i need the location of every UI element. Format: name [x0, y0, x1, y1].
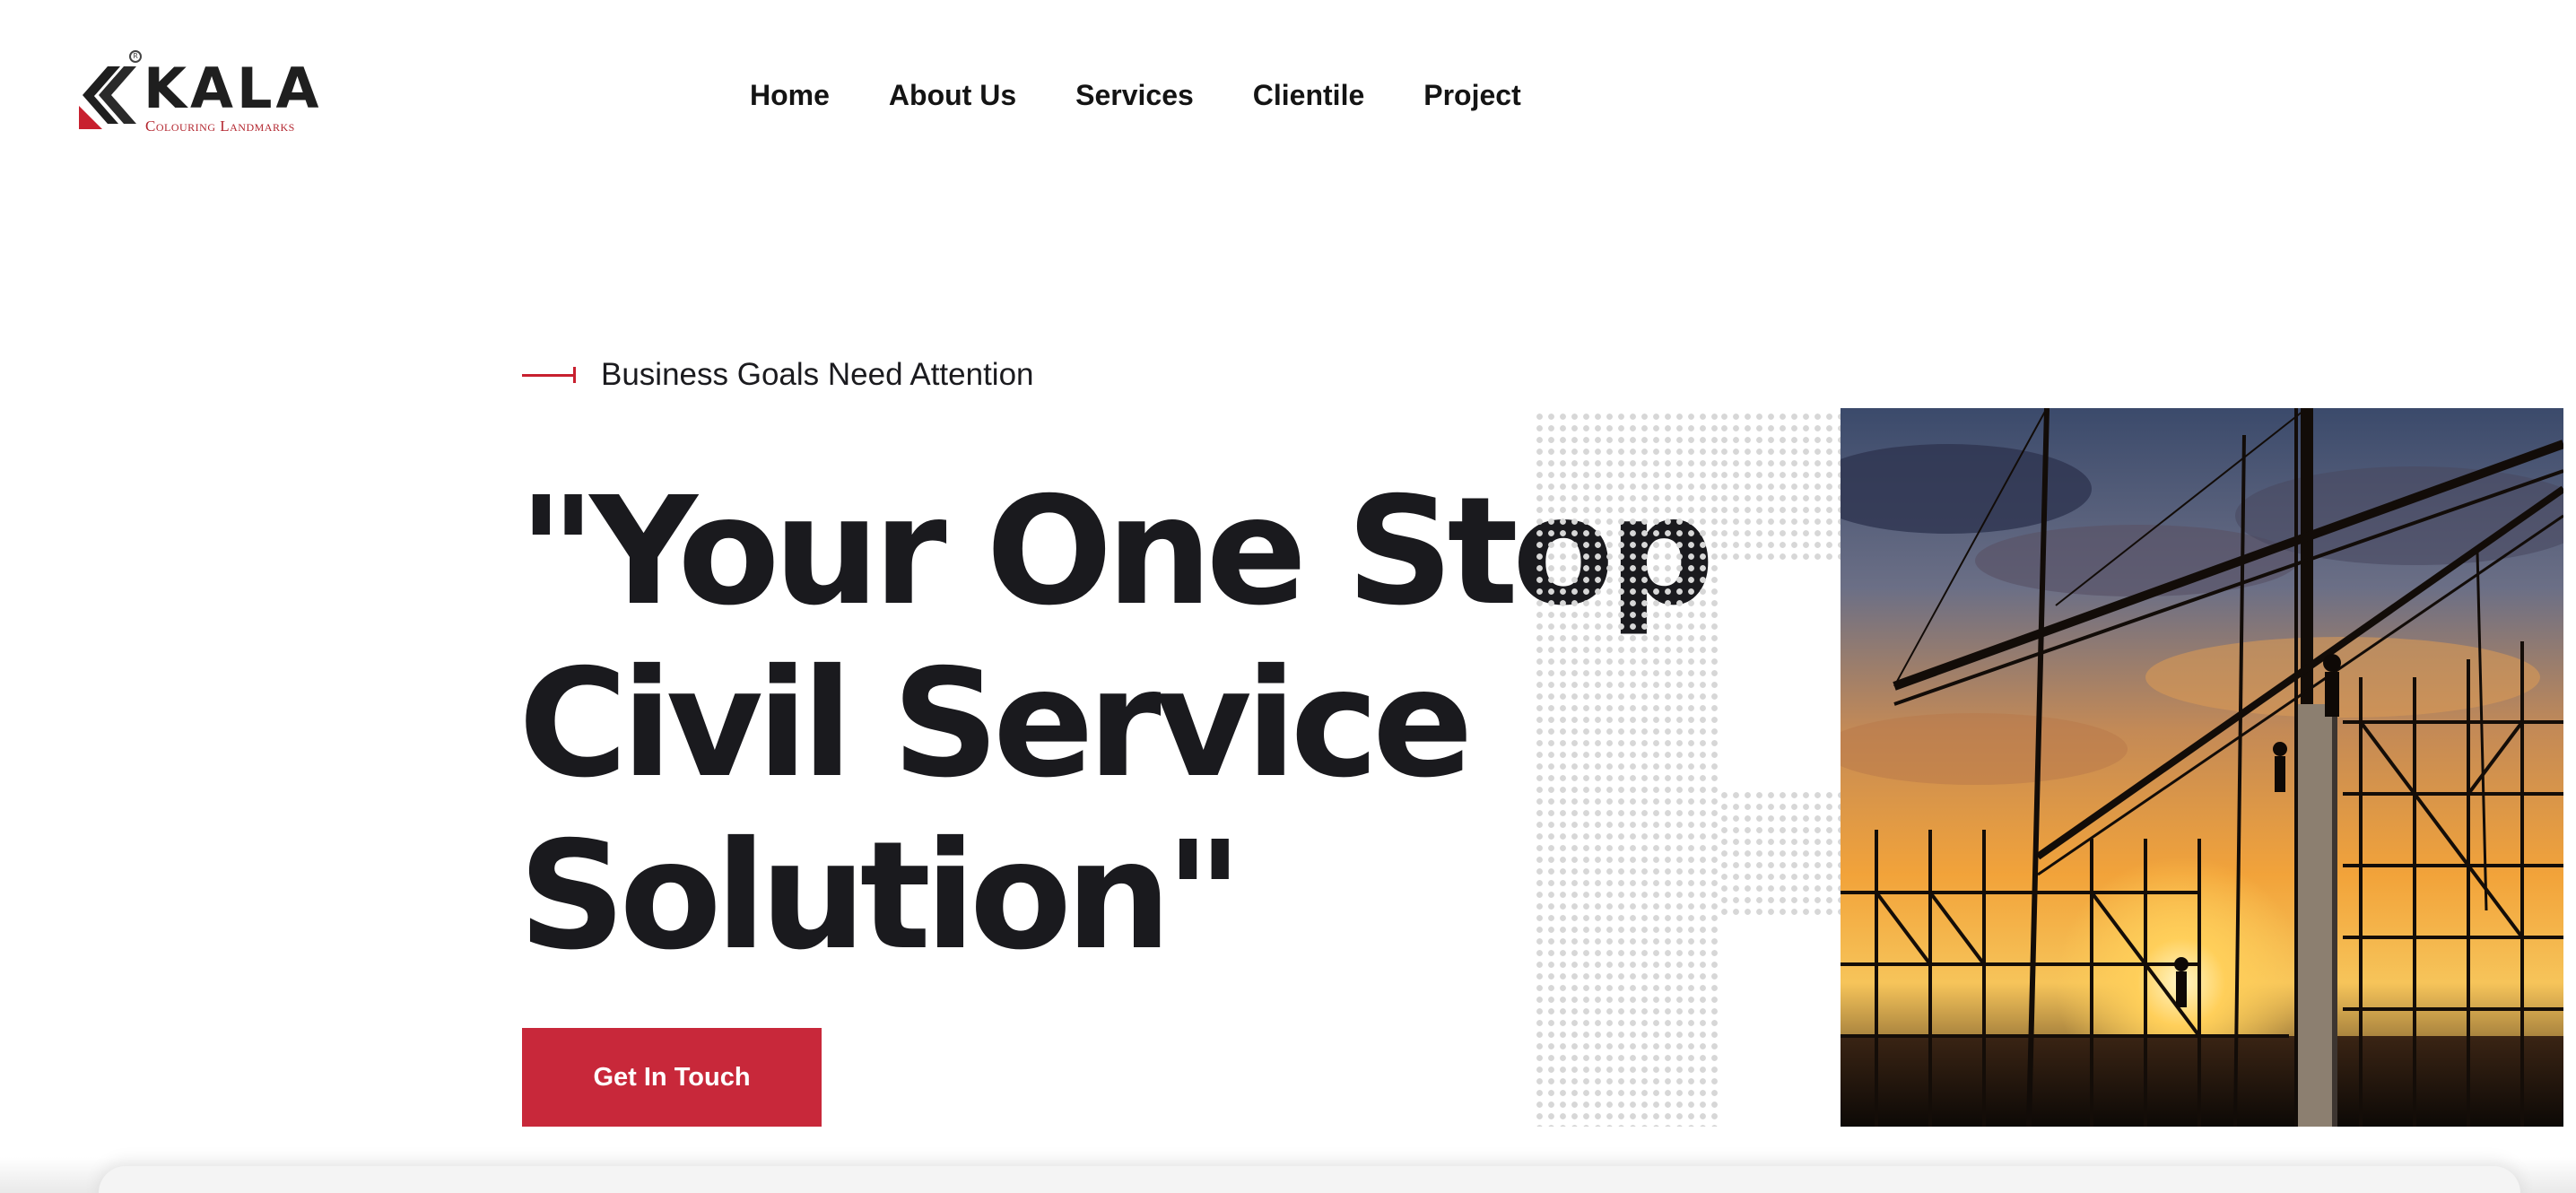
- headline-line-2: Civil Service: [518, 638, 1474, 811]
- red-line-marker-icon: [522, 366, 576, 383]
- next-section-card: [99, 1166, 2520, 1193]
- dot-pattern-decoration: [1534, 411, 1719, 1127]
- construction-hero-image: [1841, 408, 2563, 1127]
- nav-project[interactable]: Project: [1423, 79, 1520, 112]
- dot-pattern-decoration: [1719, 789, 1841, 915]
- hero-headline: "Your One Stop Civil Service Solution": [518, 466, 1715, 983]
- main-nav: Home About Us Services Clientile Project: [750, 79, 1521, 112]
- hero-eyebrow: Business Goals Need Attention: [522, 357, 1034, 393]
- eyebrow-text: Business Goals Need Attention: [601, 357, 1034, 392]
- nav-clientile[interactable]: Clientile: [1253, 79, 1364, 112]
- registered-mark: R: [129, 50, 142, 63]
- get-in-touch-button[interactable]: Get In Touch: [522, 1028, 822, 1127]
- kala-chevron-logo-icon: [79, 66, 136, 129]
- dot-pattern-decoration: [1719, 411, 1841, 560]
- headline-line-1: "Your One Stop: [518, 466, 1715, 639]
- nav-services[interactable]: Services: [1075, 79, 1194, 112]
- kala-logo[interactable]: R KALA Colouring Landmarks: [77, 50, 328, 136]
- brand-tagline: Colouring Landmarks: [145, 118, 295, 135]
- brand-name: KALA: [144, 56, 323, 121]
- nav-home[interactable]: Home: [750, 79, 830, 112]
- nav-about-us[interactable]: About Us: [889, 79, 1016, 112]
- headline-line-3: Solution": [518, 810, 1243, 983]
